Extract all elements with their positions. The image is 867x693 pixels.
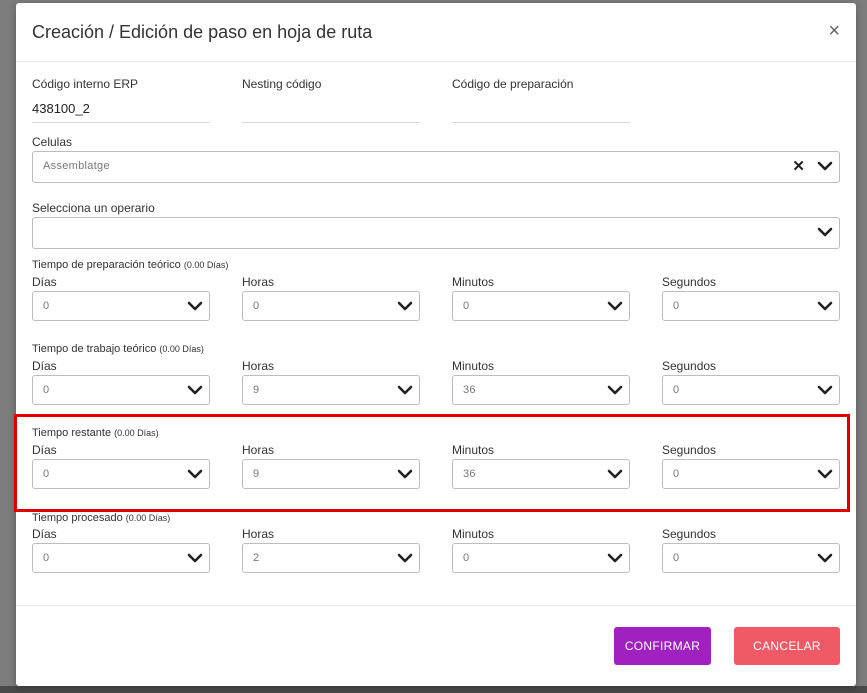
- chevron-down-icon: [397, 553, 413, 563]
- operator-select[interactable]: [32, 217, 840, 249]
- chevron-down-icon: [607, 385, 623, 395]
- chevron-down-icon: [187, 553, 203, 563]
- prep-hours-select[interactable]: 0: [242, 291, 420, 321]
- erp-code-label: Código interno ERP: [32, 77, 139, 91]
- work-minutes-value: 36: [463, 384, 476, 396]
- work-time-title: Tiempo de trabajo teórico (0.00 Días): [32, 343, 204, 355]
- chevron-down-icon: [817, 553, 833, 563]
- prep-time-note: (0.00 Días): [183, 260, 229, 270]
- processed-hours-label: Horas: [242, 527, 275, 541]
- confirm-button[interactable]: CONFIRMAR: [614, 627, 711, 665]
- chevron-down-icon: [817, 301, 833, 311]
- dialog-footer-divider: [16, 605, 856, 606]
- background-bar: [0, 686, 867, 693]
- processed-days-select[interactable]: 0: [32, 543, 210, 573]
- prep-code-underline: [452, 122, 630, 123]
- processed-seconds-label: Segundos: [662, 527, 717, 541]
- chevron-down-icon: [187, 301, 203, 311]
- work-seconds-select[interactable]: 0: [662, 375, 840, 405]
- chevron-down-icon: [817, 227, 833, 237]
- prep-days-select[interactable]: 0: [32, 291, 210, 321]
- work-days-select[interactable]: 0: [32, 375, 210, 405]
- processed-days-label: Días: [32, 527, 57, 541]
- dialog-header: Creación / Edición de paso en hoja de ru…: [16, 3, 856, 62]
- processed-time-note: (0.00 Días): [125, 513, 171, 523]
- processed-hours-select[interactable]: 2: [242, 543, 420, 573]
- prep-seconds-select[interactable]: 0: [662, 291, 840, 321]
- processed-hours-value: 2: [253, 552, 260, 564]
- prep-days-value: 0: [43, 300, 50, 312]
- close-button[interactable]: ×: [828, 19, 840, 43]
- prep-minutes-value: 0: [463, 300, 470, 312]
- chevron-down-icon: [607, 301, 623, 311]
- nesting-code-underline: [242, 122, 420, 123]
- work-days-label: Días: [32, 359, 57, 373]
- cancel-button[interactable]: CANCELAR: [734, 627, 840, 665]
- work-hours-label: Horas: [242, 359, 275, 373]
- prep-time-title: Tiempo de preparación teórico (0.00 Días…: [32, 259, 228, 271]
- chevron-down-icon: [817, 161, 833, 171]
- chevron-down-icon: [817, 385, 833, 395]
- processed-time-title: Tiempo procesado (0.00 Días): [32, 512, 170, 524]
- prep-code-label: Código de preparación: [452, 77, 574, 91]
- prep-time-title-text: Tiempo de preparación teórico: [32, 259, 181, 271]
- work-hours-select[interactable]: 9: [242, 375, 420, 405]
- erp-code-value[interactable]: 438100_2: [32, 101, 90, 116]
- dialog-title: Creación / Edición de paso en hoja de ru…: [32, 22, 373, 42]
- prep-minutes-select[interactable]: 0: [452, 291, 630, 321]
- work-seconds-value: 0: [673, 384, 680, 396]
- nesting-code-label: Nesting código: [242, 77, 322, 91]
- prep-seconds-value: 0: [673, 300, 680, 312]
- processed-minutes-label: Minutos: [452, 527, 495, 541]
- prep-hours-label: Horas: [242, 275, 275, 289]
- work-minutes-select[interactable]: 36: [452, 375, 630, 405]
- cells-select[interactable]: Assemblatge ✕: [32, 151, 840, 183]
- highlight-box: [14, 414, 850, 512]
- processed-minutes-value: 0: [463, 552, 470, 564]
- chevron-down-icon: [397, 385, 413, 395]
- work-minutes-label: Minutos: [452, 359, 495, 373]
- processed-seconds-value: 0: [673, 552, 680, 564]
- work-days-value: 0: [43, 384, 50, 396]
- prep-days-label: Días: [32, 275, 57, 289]
- route-step-dialog: Creación / Edición de paso en hoja de ru…: [16, 3, 856, 686]
- processed-time-title-text: Tiempo procesado: [32, 512, 123, 524]
- processed-minutes-select[interactable]: 0: [452, 543, 630, 573]
- cells-label: Celulas: [32, 135, 73, 149]
- processed-days-value: 0: [43, 552, 50, 564]
- chevron-down-icon: [187, 385, 203, 395]
- processed-seconds-select[interactable]: 0: [662, 543, 840, 573]
- work-hours-value: 9: [253, 384, 260, 396]
- cells-value: Assemblatge: [43, 160, 110, 172]
- prep-hours-value: 0: [253, 300, 260, 312]
- work-seconds-label: Segundos: [662, 359, 717, 373]
- clear-icon[interactable]: ✕: [792, 157, 805, 175]
- operator-label: Selecciona un operario: [32, 201, 155, 215]
- work-time-title-text: Tiempo de trabajo teórico: [32, 343, 157, 355]
- prep-minutes-label: Minutos: [452, 275, 495, 289]
- chevron-down-icon: [607, 553, 623, 563]
- work-time-note: (0.00 Días): [159, 344, 204, 354]
- erp-code-underline: [32, 122, 210, 123]
- prep-seconds-label: Segundos: [662, 275, 717, 289]
- chevron-down-icon: [397, 301, 413, 311]
